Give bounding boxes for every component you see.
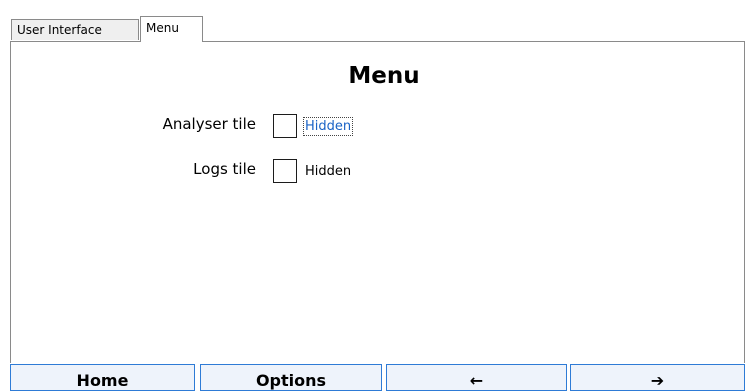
back-button[interactable]: ← — [386, 364, 567, 391]
bottom-nav-bar: Home Options ← ➔ — [10, 364, 745, 391]
tab-menu[interactable]: Menu — [140, 16, 203, 42]
setting-label-analyser: Analyser tile — [162, 115, 256, 133]
arrow-left-icon: ← — [469, 371, 484, 390]
setting-row-analyser: Analyser tile — [60, 112, 256, 138]
setting-row-logs: Logs tile — [60, 157, 256, 183]
analyser-tile-state[interactable]: Hidden — [302, 117, 354, 136]
tab-strip: User Interface Menu — [10, 15, 745, 42]
options-button[interactable]: Options — [200, 364, 382, 391]
forward-button[interactable]: ➔ — [570, 364, 745, 391]
analyser-tile-checkbox[interactable] — [273, 114, 297, 138]
page-title: Menu — [348, 63, 420, 89]
arrow-right-icon: ➔ — [650, 371, 665, 390]
setting-label-logs: Logs tile — [193, 160, 256, 178]
options-button-label: Options — [255, 371, 327, 390]
home-button-label: Home — [76, 371, 129, 390]
logs-tile-checkbox[interactable] — [273, 159, 297, 183]
tab-user-interface[interactable]: User Interface — [11, 19, 139, 40]
home-button[interactable]: Home — [10, 364, 195, 391]
tab-panel — [10, 41, 745, 363]
logs-tile-state[interactable]: Hidden — [305, 164, 351, 179]
